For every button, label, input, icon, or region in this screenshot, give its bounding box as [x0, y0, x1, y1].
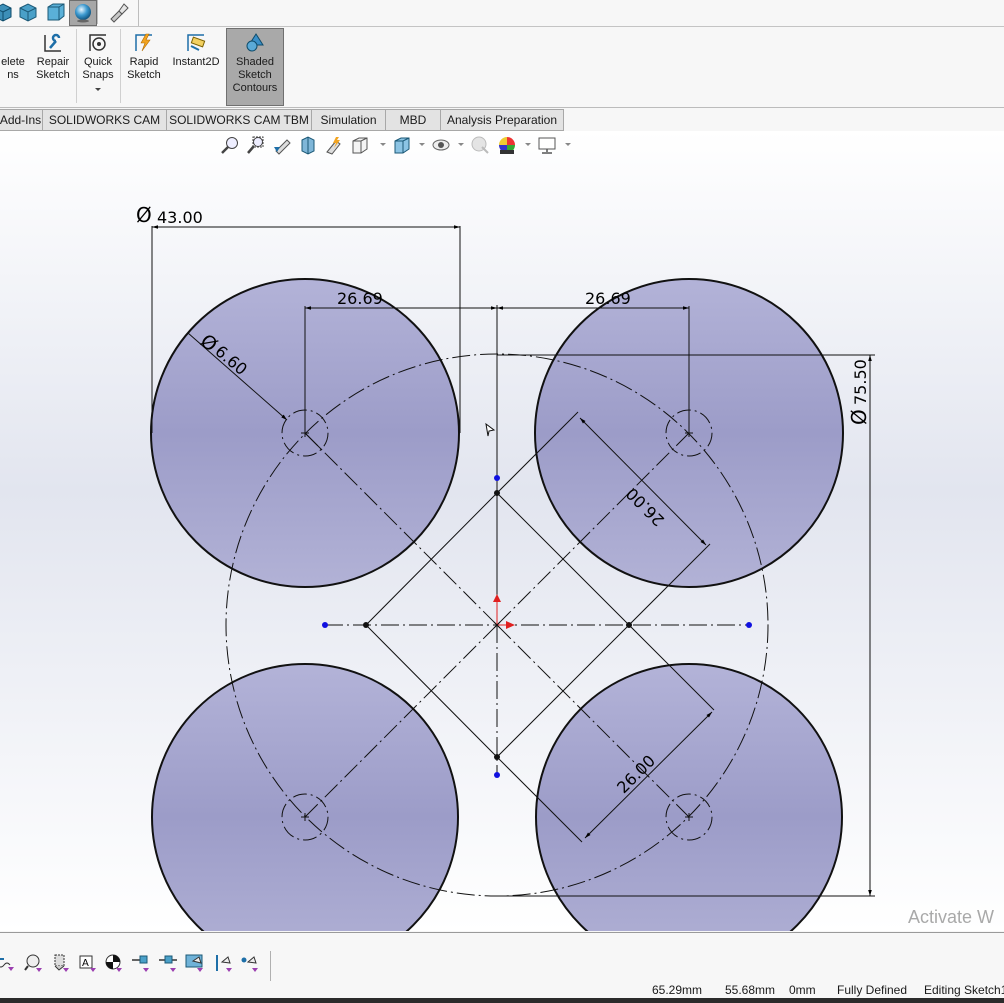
cursor-x-coordinate: 65.29mm — [652, 983, 703, 997]
rapid-sketch-icon — [135, 33, 152, 52]
display-filter-sketch-icon[interactable] — [185, 953, 205, 973]
dynamic-annotation-icon[interactable] — [324, 135, 344, 155]
display-filter-origin-icon[interactable] — [104, 953, 124, 973]
button-label: Shaded — [236, 56, 274, 68]
cursor-z-coordinate: 0mm — [789, 983, 816, 997]
button-label: ns — [7, 69, 19, 81]
view-settings-icon[interactable] — [537, 135, 557, 155]
button-label: Sketch — [36, 69, 70, 81]
smart-dimension-icon[interactable] — [0, 953, 14, 973]
tab-solidworks-cam-tbm[interactable]: SOLIDWORKS CAM TBM — [167, 109, 312, 131]
display-style-icon[interactable] — [392, 135, 412, 155]
appearance-button-active[interactable] — [69, 0, 97, 26]
graphics-area[interactable] — [0, 131, 1004, 931]
apply-scene-icon[interactable] — [497, 135, 517, 155]
chevron-down-icon[interactable] — [458, 143, 464, 146]
tab-solidworks-cam[interactable]: SOLIDWORKS CAM — [43, 109, 167, 131]
toolbar-separator — [138, 0, 139, 26]
section-view-icon[interactable] — [298, 135, 318, 155]
flashlight-icon[interactable] — [107, 1, 129, 23]
toolbar-separator — [97, 0, 98, 24]
shaded-sketch-contours-icon — [246, 33, 264, 52]
sketch-ribbon: elete ns Repair Sketch Quick Snaps Rapid… — [0, 27, 1004, 108]
button-label: Contours — [232, 82, 278, 94]
ribbon-separator — [120, 29, 121, 103]
instant2d-icon — [187, 34, 206, 51]
chevron-down-icon[interactable] — [95, 88, 101, 91]
button-label: Sketch — [238, 69, 272, 81]
zoom-to-fit-icon[interactable] — [220, 135, 240, 155]
display-filter-annotations-icon[interactable] — [24, 953, 44, 973]
repair-sketch-button[interactable]: Repair Sketch — [34, 29, 72, 82]
repair-sketch-icon — [44, 33, 61, 52]
chevron-down-icon[interactable] — [380, 143, 386, 146]
quick-snaps-icon — [89, 34, 106, 51]
shaded-with-edges-icon[interactable] — [0, 1, 14, 23]
button-label: Instant2D — [172, 56, 220, 68]
instant2d-button[interactable]: Instant2D — [168, 29, 224, 69]
display-filter-axis-icon[interactable] — [131, 953, 151, 973]
taskbar-edge — [0, 998, 1004, 1003]
bottom-display-filter-toolbar: A — [0, 932, 1004, 982]
delete-relations-button[interactable]: elete ns — [0, 29, 30, 82]
appearance-sphere-icon — [75, 4, 91, 23]
edit-appearance-icon[interactable] — [470, 135, 490, 155]
activate-windows-watermark: Activate W — [908, 907, 995, 927]
editing-mode-status[interactable]: Editing Sketch1 — [924, 983, 1004, 997]
tab-analysis-preparation[interactable]: Analysis Preparation — [441, 109, 564, 131]
view-orientation-icon[interactable] — [350, 135, 370, 155]
toolbar-separator — [270, 951, 271, 981]
display-filter-sketch-relations-icon[interactable] — [214, 953, 234, 973]
shaded-sketch-contours-button[interactable]: Shaded Sketch Contours — [226, 28, 284, 106]
display-filter-plane-icon[interactable] — [158, 953, 178, 973]
tab-simulation[interactable]: Simulation — [312, 109, 386, 131]
ribbon-separator — [76, 29, 77, 103]
status-bar: 65.29mm 55.68mm 0mm Fully Defined Editin… — [0, 981, 1004, 999]
button-label: elete — [1, 56, 25, 68]
display-filter-note-icon[interactable]: A — [78, 953, 98, 973]
button-label: Rapid — [129, 56, 159, 68]
tab-mbd[interactable]: MBD — [386, 109, 441, 131]
sketch-definition-status[interactable]: Fully Defined — [837, 983, 907, 997]
zoom-to-area-icon[interactable] — [246, 135, 266, 155]
hidden-lines-removed-icon[interactable] — [45, 1, 67, 23]
quick-snaps-button[interactable]: Quick Snaps — [80, 29, 116, 91]
shaded-icon[interactable] — [17, 1, 39, 23]
previous-view-icon[interactable] — [272, 135, 292, 155]
rapid-sketch-button[interactable]: Rapid Sketch — [125, 29, 163, 82]
view-toolbar — [0, 0, 1004, 27]
chevron-down-icon[interactable] — [525, 143, 531, 146]
svg-text:A: A — [82, 958, 89, 969]
display-filter-sketch-points-icon[interactable] — [240, 953, 260, 973]
cursor-y-coordinate: 55.68mm — [725, 983, 776, 997]
delete-relations-icon — [2, 32, 24, 54]
button-label: Quick — [83, 56, 113, 68]
hide-show-items-icon[interactable] — [431, 135, 451, 155]
tab-add-ins[interactable]: Add-Ins — [0, 109, 43, 131]
button-label: Sketch — [127, 69, 161, 81]
button-label: Repair — [36, 56, 70, 68]
chevron-down-icon[interactable] — [419, 143, 425, 146]
display-filter-datum-icon[interactable] — [51, 953, 71, 973]
button-label: Snaps — [82, 69, 114, 81]
chevron-down-icon[interactable] — [565, 143, 571, 146]
